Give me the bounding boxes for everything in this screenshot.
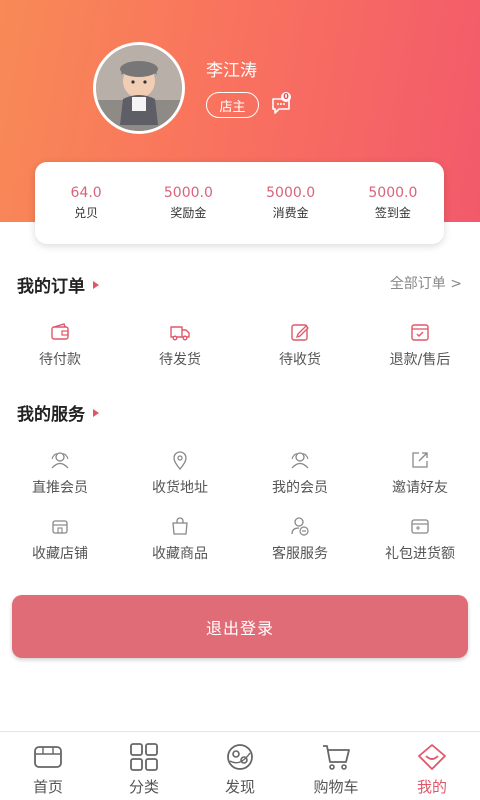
members-icon: [291, 452, 309, 469]
orders-row: 待付款 待发货 待收货 退款/售后: [0, 321, 480, 369]
edit-icon: [291, 324, 309, 341]
service-label: 直推会员: [32, 480, 88, 496]
services-title-text: 我的服务: [17, 405, 85, 425]
triangle-icon: [93, 280, 99, 289]
stat-value: 64.0: [70, 185, 102, 201]
tab-label: 首页: [32, 778, 63, 796]
service-my-members[interactable]: 我的会员: [240, 449, 360, 497]
service-fav-products[interactable]: 收藏商品: [120, 515, 240, 563]
service-label: 我的会员: [272, 480, 328, 496]
service-label: 收藏商品: [152, 546, 208, 562]
members-icon: [51, 452, 69, 469]
service-label: 邀请好友: [392, 480, 448, 496]
services-row-2: 收藏店铺 收藏商品 客服服务 礼包进货额: [0, 515, 480, 563]
order-pending-shipment[interactable]: 待发货: [120, 321, 240, 369]
service-gift-pack[interactable]: 礼包进货额: [360, 515, 480, 563]
stat-label: 签到金: [374, 206, 411, 220]
all-orders-link[interactable]: 全部订单 >: [390, 273, 462, 293]
logout-button[interactable]: 退出登录: [12, 595, 468, 658]
order-label: 待付款: [39, 352, 81, 368]
share-icon: [412, 452, 428, 468]
store-icon: [52, 520, 68, 534]
orders-section-title: 我的订单: [17, 272, 99, 297]
bottom-tabbar: 首页 分类 发现 购物车 我的: [0, 731, 480, 800]
stat-item[interactable]: 5000.0 消费金: [240, 162, 342, 244]
service-address[interactable]: 收货地址: [120, 449, 240, 497]
location-icon: [173, 451, 187, 470]
service-label: 收藏店铺: [32, 546, 88, 562]
wallet-icon: [51, 323, 69, 340]
username: 李江涛: [206, 61, 257, 81]
services-row-1: 直推会员 收货地址 我的会员 邀请好友: [0, 449, 480, 497]
service-direct-members[interactable]: 直推会员: [0, 449, 120, 497]
order-pending-receipt[interactable]: 待收货: [240, 321, 360, 369]
role-badge: 店主: [206, 92, 259, 118]
order-pending-payment[interactable]: 待付款: [0, 321, 120, 369]
tab-discover[interactable]: 发现: [192, 732, 288, 800]
tab-mine[interactable]: 我的: [384, 732, 480, 800]
return-box-icon: [411, 324, 429, 341]
tab-label: 发现: [224, 778, 255, 796]
tab-label: 我的: [416, 778, 447, 796]
stat-value: 5000.0: [368, 185, 418, 201]
stat-label: 奖励金: [170, 206, 207, 220]
truck-icon: [170, 326, 190, 341]
triangle-icon: [93, 408, 99, 417]
orders-title-text: 我的订单: [17, 277, 85, 297]
service-label: 客服服务: [272, 546, 328, 562]
service-fav-stores[interactable]: 收藏店铺: [0, 515, 120, 563]
tab-label: 分类: [128, 778, 159, 796]
gift-card-icon: [411, 519, 429, 534]
stat-item[interactable]: 64.0 兑贝: [35, 162, 137, 244]
stat-value: 5000.0: [266, 185, 316, 201]
profile-page: 李江涛 店主 0 64.0 兑贝 5000.0 奖励金 5000.0 消费金 5…: [0, 0, 480, 800]
tab-label: 购物车: [313, 778, 359, 796]
message-count-badge: 0: [281, 92, 291, 102]
avatar[interactable]: [93, 42, 185, 134]
stats-card: 64.0 兑贝 5000.0 奖励金 5000.0 消费金 5000.0 签到金: [35, 162, 444, 244]
category-icon: [130, 743, 158, 771]
tab-category[interactable]: 分类: [96, 732, 192, 800]
tab-cart[interactable]: 购物车: [288, 732, 384, 800]
stat-label: 兑贝: [74, 206, 99, 220]
shopping-bag-icon: [172, 517, 188, 535]
discover-icon: [227, 744, 253, 770]
service-label: 收货地址: [152, 480, 208, 496]
stat-value: 5000.0: [163, 185, 213, 201]
stat-item[interactable]: 5000.0 奖励金: [137, 162, 239, 244]
stat-item[interactable]: 5000.0 签到金: [342, 162, 444, 244]
order-label: 待发货: [159, 352, 201, 368]
services-section-title: 我的服务: [17, 400, 99, 425]
home-icon: [34, 746, 62, 768]
cart-icon: [323, 745, 350, 770]
service-customer-service[interactable]: 客服服务: [240, 515, 360, 563]
stat-label: 消费金: [272, 206, 309, 220]
customer-service-icon: [291, 517, 309, 536]
order-label: 待收货: [279, 352, 321, 368]
order-refund[interactable]: 退款/售后: [360, 321, 480, 369]
service-label: 礼包进货额: [385, 546, 455, 562]
tab-home[interactable]: 首页: [0, 732, 96, 800]
profile-diamond-icon: [418, 744, 446, 770]
service-invite-friends[interactable]: 邀请好友: [360, 449, 480, 497]
order-label: 退款/售后: [389, 352, 451, 368]
